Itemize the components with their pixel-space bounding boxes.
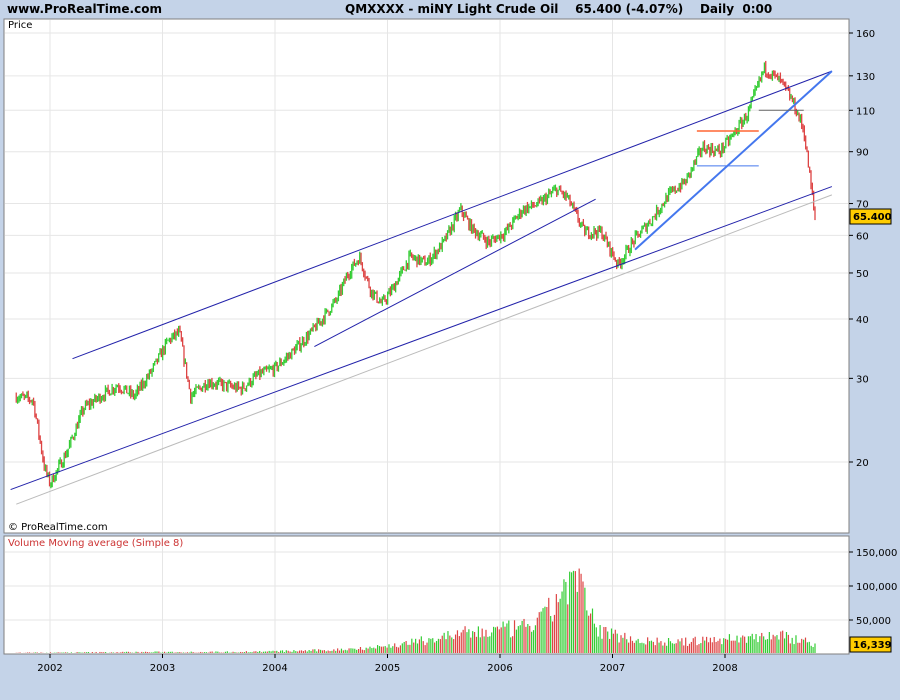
time-axis: 2002 2003 2004 2005 2006 2007 2008: [37, 654, 738, 674]
x-tick-label: 2002: [37, 663, 62, 674]
volume-axis: 50,000 100,000 150,000: [849, 548, 897, 627]
last-price-badge-text: 65.400: [853, 212, 892, 223]
price-tick-label: 110: [856, 106, 875, 117]
price-tick-label: 40: [856, 315, 869, 326]
volume-tick-label: 150,000: [856, 548, 897, 559]
x-tick-label: 2004: [262, 663, 287, 674]
volume-tick-label: 100,000: [856, 582, 897, 593]
price-tick-label: 90: [856, 148, 869, 159]
price-panel-label: Price: [8, 20, 32, 31]
volume-tick-label: 50,000: [856, 616, 891, 627]
x-tick-label: 2007: [600, 663, 625, 674]
price-tick-label: 60: [856, 231, 869, 242]
price-tick-label: 20: [856, 458, 869, 469]
volume-panel-label: Volume Moving average (Simple 8): [8, 538, 183, 549]
price-tick-label: 130: [856, 72, 875, 83]
price-tick-label: 160: [856, 29, 875, 40]
price-panel: [3, 18, 850, 534]
watermark: © ProRealTime.com: [8, 522, 108, 533]
x-tick-label: 2005: [375, 663, 400, 674]
chart-canvas[interactable]: 20304050607090110130160 Price © ProRealT…: [0, 0, 900, 700]
price-tick-label: 50: [856, 269, 869, 280]
x-tick-label: 2006: [487, 663, 512, 674]
price-tick-label: 30: [856, 374, 869, 385]
x-tick-label: 2003: [150, 663, 175, 674]
volume-panel: [3, 535, 850, 655]
last-volume-badge-text: 16,339: [853, 640, 892, 651]
x-tick-label: 2008: [712, 663, 737, 674]
price-axis: 20304050607090110130160: [849, 29, 875, 469]
